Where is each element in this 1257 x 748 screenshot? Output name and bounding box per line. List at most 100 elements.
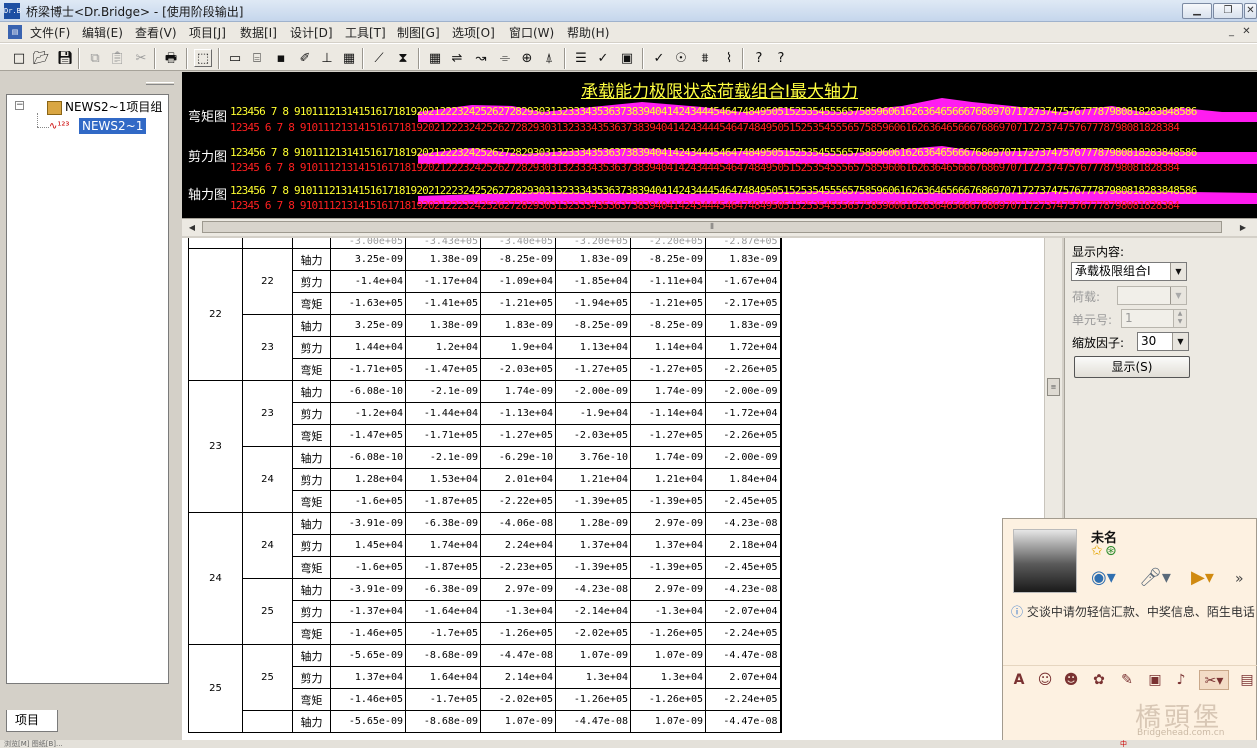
- minimize-button[interactable]: ▁: [1182, 3, 1212, 19]
- calendar-icon[interactable]: ▤: [1237, 670, 1257, 690]
- menu-item[interactable]: 帮助(H): [567, 24, 609, 41]
- element-number-field[interactable]: 1 ▲ ▼: [1121, 309, 1187, 328]
- tree-root-item[interactable]: NEWS2~1项目组: [47, 98, 162, 115]
- value-cell: -2.22e+05: [480, 490, 556, 513]
- tendon-icon[interactable]: ⌯: [496, 49, 514, 67]
- edit-icon[interactable]: ✎: [1117, 670, 1137, 690]
- screenshot-icon[interactable]: ✂▾: [1199, 670, 1229, 690]
- section-icon[interactable]: ⧗: [394, 49, 412, 67]
- scale-factor-select[interactable]: 30 ▼: [1137, 332, 1189, 351]
- context-help-icon[interactable]: ?: [772, 49, 790, 67]
- table-icon[interactable]: ▦: [426, 49, 444, 67]
- scroll-thumb[interactable]: ≡: [1047, 378, 1060, 396]
- scroll-left-icon[interactable]: ◀: [184, 221, 200, 234]
- node-cell: 23: [242, 314, 293, 381]
- save-icon[interactable]: 💾︎: [56, 49, 74, 67]
- copy-icon[interactable]: ⧉: [86, 49, 104, 67]
- table-row: 轴力 -5.65e-09 -8.68e-09 1.07e-09 -4.47e-08 1.0…: [189, 710, 782, 733]
- microphone-icon[interactable]: 🎤︎▾: [1139, 567, 1171, 588]
- chevron-down-icon[interactable]: ▼: [1172, 333, 1188, 350]
- value-cell: -1.94e+05: [555, 292, 631, 315]
- frame-icon[interactable]: ▣: [618, 49, 636, 67]
- panel-grip[interactable]: [146, 82, 174, 85]
- project-group-icon: [47, 100, 62, 115]
- check-icon[interactable]: ✓: [594, 49, 612, 67]
- menu-item[interactable]: 文件(F): [30, 24, 70, 41]
- chevron-down-icon[interactable]: ▼: [1170, 287, 1186, 304]
- structure-icon[interactable]: ⊥: [318, 49, 336, 67]
- close-button[interactable]: ✕: [1244, 3, 1257, 19]
- menu-item[interactable]: 窗口(W): [509, 24, 554, 41]
- tab-project[interactable]: 项目: [6, 710, 58, 732]
- chevron-down-icon[interactable]: ▼: [1170, 263, 1186, 280]
- help-icon[interactable]: ?: [750, 49, 768, 67]
- value-cell: -2.17e+05: [705, 292, 782, 315]
- more-icon[interactable]: »: [1235, 571, 1244, 587]
- mdi-minimize-button[interactable]: _: [1226, 25, 1237, 38]
- tree-child-item[interactable]: ∿¹²³ NEWS2~1: [49, 118, 147, 134]
- scroll-right-icon[interactable]: ▶: [1235, 221, 1251, 234]
- value-cell: -8.25e-09: [480, 248, 556, 271]
- restore-button[interactable]: ❐: [1213, 3, 1243, 19]
- value-cell: -2.00e-09: [705, 380, 782, 403]
- value-cell: -2.1e-09: [405, 380, 481, 403]
- select-icon[interactable]: ⬚: [194, 49, 212, 67]
- menu-item[interactable]: 数据[I]: [240, 24, 277, 41]
- link-icon[interactable]: ⇌: [448, 49, 466, 67]
- value-cell: -2.02e+05: [555, 622, 631, 645]
- mdi-close-button[interactable]: ✕: [1241, 25, 1252, 38]
- value-cell: -1.7e+05: [405, 622, 481, 645]
- disk-icon[interactable]: ▪: [272, 49, 290, 67]
- sticker-icon[interactable]: ✿: [1089, 670, 1109, 690]
- tree-collapse-icon[interactable]: −: [15, 101, 24, 110]
- menu-item[interactable]: 编辑(E): [82, 24, 123, 41]
- curve-icon[interactable]: ↝: [472, 49, 490, 67]
- diagram-view[interactable]: 承载能力极限状态荷载组合I最大轴力 弯矩图 123456 7 8 9101112…: [182, 72, 1257, 218]
- emoji-icon[interactable]: ☺: [1035, 670, 1055, 690]
- value-cell: 1.3e+04: [555, 666, 631, 689]
- display-content-select[interactable]: 承载极限组合I ▼: [1071, 262, 1187, 281]
- font-icon[interactable]: A: [1009, 670, 1029, 690]
- value-cell: -4.06e-08: [480, 512, 556, 535]
- show-button[interactable]: 显示(S): [1074, 356, 1190, 378]
- app-icon[interactable]: Dr.B: [4, 3, 21, 19]
- value-cell: -1.37e+04: [330, 600, 406, 623]
- pen-icon[interactable]: ✓: [650, 49, 668, 67]
- music-icon[interactable]: ♪: [1171, 670, 1191, 690]
- node-icon[interactable]: ⊕: [518, 49, 536, 67]
- print-icon[interactable]: 🖶︎: [162, 49, 180, 67]
- child-window-icon[interactable]: ▤: [8, 25, 22, 39]
- beam-icon[interactable]: ⟋: [370, 49, 388, 67]
- edit-icon[interactable]: ✐: [296, 49, 314, 67]
- video-icon[interactable]: ◉▾: [1091, 567, 1116, 588]
- file-transfer-icon[interactable]: ▶▾: [1191, 567, 1214, 588]
- project-tree-panel: − NEWS2~1项目组 ∿¹²³ NEWS2~1 项目: [0, 72, 180, 748]
- spring-icon[interactable]: ⌇: [720, 49, 738, 67]
- target-icon[interactable]: ☉: [672, 49, 690, 67]
- menu-item[interactable]: 工具[T]: [345, 24, 386, 41]
- value-cell: 1.74e-09: [630, 380, 706, 403]
- scroll-thumb[interactable]: ⦀: [202, 221, 1222, 233]
- load-select[interactable]: ▼: [1117, 286, 1187, 305]
- open-folder-icon[interactable]: 📂︎: [32, 49, 50, 67]
- grid-icon[interactable]: ▦: [340, 49, 358, 67]
- open-icon[interactable]: ⌸: [248, 49, 266, 67]
- avatar-icon[interactable]: ☻: [1061, 670, 1081, 690]
- horizontal-scrollbar[interactable]: ◀ ⦀ ▶: [182, 218, 1257, 236]
- support-icon[interactable]: ⍋: [540, 49, 558, 67]
- menu-item[interactable]: 选项[O]: [452, 24, 495, 41]
- menu-item[interactable]: 项目[J]: [189, 24, 226, 41]
- image-icon[interactable]: ▣: [1145, 670, 1165, 690]
- menu-item[interactable]: 制图[G]: [397, 24, 440, 41]
- spinner-icon[interactable]: ▲ ▼: [1173, 310, 1186, 327]
- cut-icon[interactable]: ✂: [132, 49, 150, 67]
- lines-icon[interactable]: ☰: [572, 49, 590, 67]
- layers-icon[interactable]: ⩩: [696, 49, 714, 67]
- paste-icon[interactable]: 📋︎: [108, 49, 126, 67]
- menu-item[interactable]: 设计[D]: [290, 24, 333, 41]
- menu-item[interactable]: 查看(V): [135, 24, 177, 41]
- new-file-icon[interactable]: □: [10, 49, 28, 67]
- avatar[interactable]: [1013, 529, 1077, 593]
- page-icon[interactable]: ▭: [226, 49, 244, 67]
- ime-indicator[interactable]: 中: [1120, 740, 1127, 748]
